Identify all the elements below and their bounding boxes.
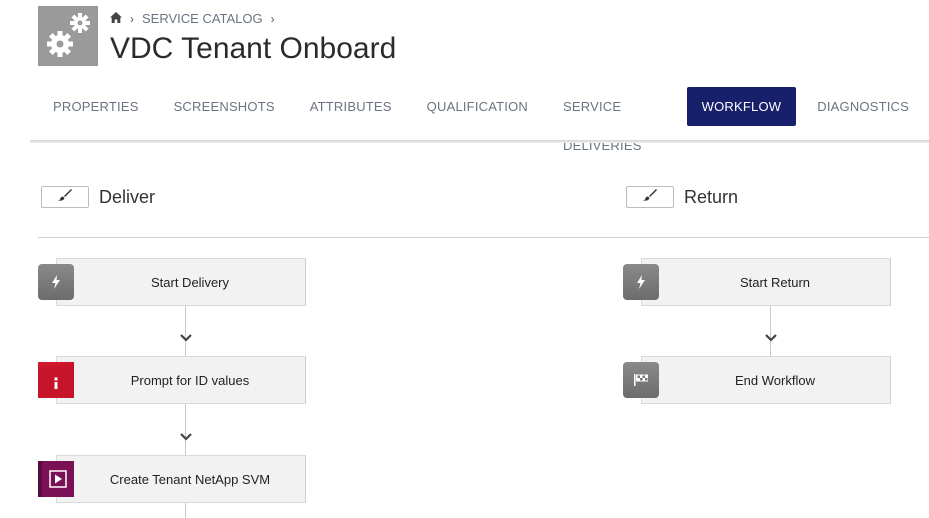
chevron-right-icon: › bbox=[130, 11, 134, 26]
tabs-divider bbox=[30, 140, 929, 143]
page-title: VDC Tenant Onboard bbox=[110, 32, 397, 65]
node-label: Prompt for ID values bbox=[56, 356, 306, 404]
node-label: Start Return bbox=[641, 258, 891, 306]
node-label: Create Tenant NetApp SVM bbox=[56, 455, 306, 503]
breadcrumb-service-catalog[interactable]: SERVICE CATALOG bbox=[142, 11, 263, 26]
chevron-down-icon bbox=[765, 334, 777, 342]
return-header: Return bbox=[626, 186, 738, 208]
info-icon bbox=[38, 362, 74, 398]
lightning-icon bbox=[623, 264, 659, 300]
gears-icon bbox=[38, 6, 98, 66]
chevron-down-icon bbox=[180, 433, 192, 441]
lightning-icon bbox=[38, 264, 74, 300]
workflow-node-start-return[interactable]: Start Return bbox=[623, 258, 891, 306]
return-title: Return bbox=[684, 186, 739, 207]
tab-screenshots[interactable]: SCREENSHOTS bbox=[159, 87, 290, 126]
connector-line bbox=[185, 403, 186, 455]
tab-properties[interactable]: PROPERTIES bbox=[38, 87, 154, 126]
workflow-node-prompt-id[interactable]: Prompt for ID values bbox=[38, 356, 306, 404]
flag-icon bbox=[623, 362, 659, 398]
tab-service-deliveries[interactable]: SERVICE DELIVERIES bbox=[548, 87, 676, 153]
tab-bar: PROPERTIES SCREENSHOTS ATTRIBUTES QUALIF… bbox=[38, 87, 929, 153]
play-icon bbox=[38, 461, 74, 497]
node-label: End Workflow bbox=[641, 356, 891, 404]
chevron-right-icon: › bbox=[270, 11, 275, 26]
workflow-node-start-delivery[interactable]: Start Delivery bbox=[38, 258, 306, 306]
tab-workflow[interactable]: WORKFLOW bbox=[686, 87, 797, 126]
home-icon[interactable] bbox=[110, 11, 122, 26]
tab-diagnostics[interactable]: DIAGNOSTICS bbox=[802, 87, 924, 126]
section-divider bbox=[38, 237, 929, 238]
tab-qualification[interactable]: QUALIFICATION bbox=[412, 87, 543, 126]
brush-icon bbox=[643, 188, 657, 206]
tab-attributes[interactable]: ATTRIBUTES bbox=[295, 87, 407, 126]
return-edit-button[interactable] bbox=[626, 186, 674, 208]
deliver-edit-button[interactable] bbox=[41, 186, 89, 208]
connector-line bbox=[185, 502, 186, 518]
connector-line bbox=[770, 305, 771, 356]
brush-icon bbox=[58, 188, 72, 206]
chevron-down-icon bbox=[180, 334, 192, 342]
deliver-header: Deliver bbox=[41, 186, 155, 208]
workflow-node-create-svm[interactable]: Create Tenant NetApp SVM bbox=[38, 455, 306, 503]
breadcrumb: › SERVICE CATALOG › bbox=[110, 11, 275, 26]
connector-line bbox=[185, 305, 186, 356]
deliver-title: Deliver bbox=[99, 186, 156, 207]
node-label: Start Delivery bbox=[56, 258, 306, 306]
workflow-node-end-workflow[interactable]: End Workflow bbox=[623, 356, 891, 404]
